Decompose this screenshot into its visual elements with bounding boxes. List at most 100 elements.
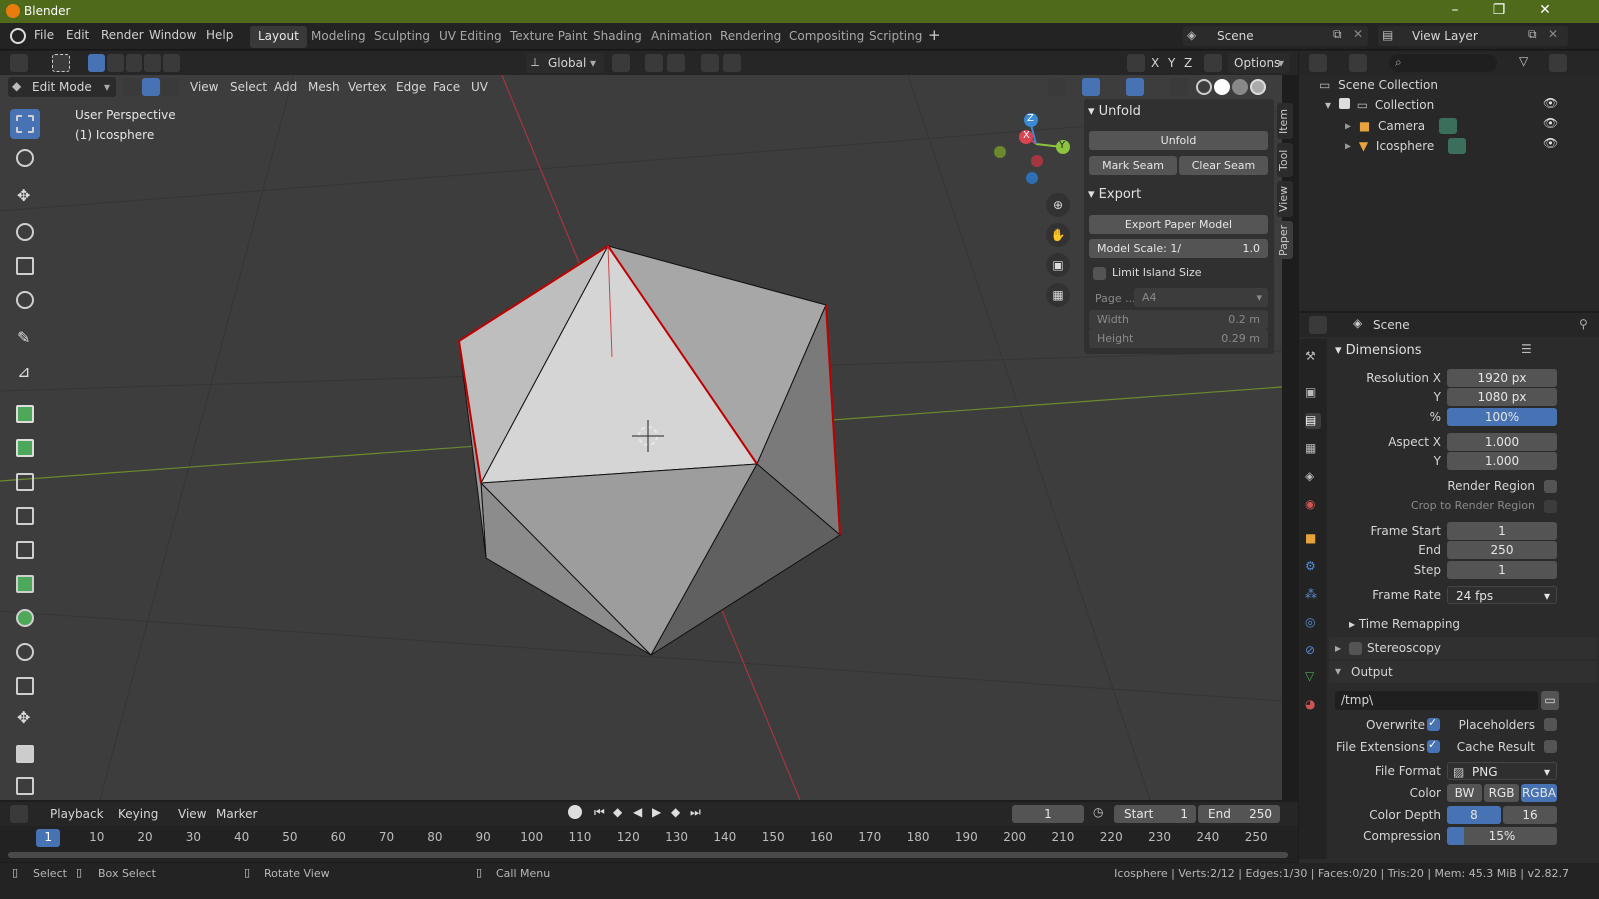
- menu-playback[interactable]: Playback: [50, 807, 104, 821]
- modifier-properties-icon[interactable]: ⚙: [1305, 559, 1321, 575]
- jump-end-icon[interactable]: ⏭: [690, 805, 701, 820]
- close-icon[interactable]: ✕: [1530, 2, 1560, 18]
- time-remapping-subpanel[interactable]: ▸ Time Remapping: [1349, 617, 1460, 631]
- record-icon[interactable]: [568, 805, 582, 819]
- tab-paper[interactable]: Paper: [1277, 221, 1293, 259]
- color-rgb-button[interactable]: RGB: [1484, 784, 1519, 802]
- stereoscopy-checkbox[interactable]: [1349, 642, 1362, 655]
- scene-properties-icon[interactable]: ◈: [1305, 469, 1321, 485]
- shear-tool[interactable]: [10, 739, 40, 769]
- tab-shading[interactable]: Shading: [585, 26, 650, 48]
- tab-view[interactable]: View: [1277, 181, 1293, 217]
- outliner-search-input[interactable]: ⌕: [1389, 54, 1497, 72]
- timeline[interactable]: 1 10 20 30 40 50 60 70 80 90 100 110 120 130 140 150 160…: [0, 826, 1298, 862]
- folder-icon[interactable]: ▭: [1541, 691, 1559, 710]
- editor-type-icon[interactable]: [1309, 54, 1327, 72]
- tab-rendering[interactable]: Rendering: [712, 26, 789, 48]
- color-depth-8-button[interactable]: 8: [1447, 806, 1501, 824]
- eye-icon[interactable]: 👁: [1543, 116, 1558, 130]
- menu-select[interactable]: Select: [230, 80, 267, 94]
- add-workspace-icon[interactable]: +: [928, 26, 941, 44]
- select-subtract-icon[interactable]: [125, 54, 143, 72]
- output-panel-header[interactable]: ▾ Output: [1329, 661, 1597, 683]
- tab-compositing[interactable]: Compositing: [781, 26, 872, 48]
- tab-texture-paint[interactable]: Texture Paint: [502, 26, 595, 48]
- view-layer-selector[interactable]: ▤ View Layer ⧉ ✕: [1378, 26, 1568, 46]
- frame-start-field[interactable]: 1: [1447, 522, 1557, 540]
- tab-item[interactable]: Item: [1277, 103, 1293, 139]
- menu-uv[interactable]: UV: [471, 80, 488, 94]
- render-region-checkbox[interactable]: [1544, 480, 1557, 493]
- ortho-toggle-icon[interactable]: ▦: [1046, 283, 1070, 307]
- output-properties-icon[interactable]: ▤: [1305, 413, 1321, 429]
- next-keyframe-icon[interactable]: ◆: [671, 805, 680, 819]
- page-width-field[interactable]: Width 0.2 m: [1089, 310, 1268, 329]
- eye-icon[interactable]: 👁: [1543, 96, 1558, 110]
- measure-tool[interactable]: ⊿: [10, 359, 40, 389]
- menu-face[interactable]: Face: [433, 80, 460, 94]
- jump-start-icon[interactable]: ⏮: [594, 805, 605, 820]
- face-select-icon[interactable]: [161, 78, 179, 96]
- auto-merge-icon[interactable]: [1204, 54, 1222, 72]
- frame-step-field[interactable]: 1: [1447, 561, 1557, 579]
- gizmo-y-label[interactable]: Y: [1059, 140, 1065, 151]
- crop-region-checkbox[interactable]: [1544, 500, 1557, 513]
- menu-view[interactable]: View: [190, 80, 218, 94]
- snap-target-icon[interactable]: [667, 54, 685, 72]
- visibility-icon[interactable]: [1048, 78, 1066, 96]
- constraints-properties-icon[interactable]: ⊘: [1305, 643, 1321, 659]
- rip-tool[interactable]: [10, 771, 40, 801]
- disclosure-triangle-icon[interactable]: ▾: [1325, 98, 1331, 112]
- file-format-dropdown[interactable]: ▨ PNG ▾: [1447, 762, 1557, 780]
- tab-tool[interactable]: Tool: [1277, 143, 1293, 177]
- select-invert-icon[interactable]: [144, 54, 162, 72]
- transform-tool[interactable]: [10, 285, 40, 315]
- overlay-toggle-icon[interactable]: [1126, 78, 1144, 96]
- spin-tool[interactable]: [10, 603, 40, 633]
- cursor-tool[interactable]: [10, 143, 40, 173]
- mark-seam-button[interactable]: Mark Seam: [1089, 156, 1177, 175]
- menu-file[interactable]: File: [34, 28, 54, 42]
- editor-type-icon[interactable]: [10, 54, 28, 72]
- gizmo-z-label[interactable]: Z: [1027, 113, 1034, 124]
- unfold-button[interactable]: Unfold: [1089, 131, 1268, 150]
- export-paper-model-button[interactable]: Export Paper Model: [1089, 215, 1268, 234]
- delete-view-layer-icon[interactable]: ✕: [1548, 27, 1558, 41]
- stereoscopy-panel-header[interactable]: ▸ Stereoscopy: [1329, 637, 1597, 659]
- outliner-row-icosphere[interactable]: ▸ ▼ Icosphere: [1345, 138, 1467, 154]
- eye-icon[interactable]: 👁: [1543, 136, 1558, 150]
- smooth-tool[interactable]: [10, 637, 40, 667]
- tab-uv-editing[interactable]: UV Editing: [431, 26, 510, 48]
- minimize-icon[interactable]: –: [1440, 2, 1470, 18]
- mirror-y-toggle[interactable]: Y: [1168, 56, 1175, 70]
- solid-shading-icon[interactable]: [1214, 79, 1230, 95]
- annotate-tool[interactable]: ✎: [10, 325, 40, 355]
- new-collection-icon[interactable]: [1549, 54, 1567, 72]
- proportional-edit-icon[interactable]: [701, 54, 719, 72]
- frame-end-field[interactable]: 250: [1447, 541, 1557, 559]
- wireframe-shading-icon[interactable]: [1196, 79, 1212, 95]
- outliner-row-collection[interactable]: ▾ ▭ Collection: [1325, 98, 1434, 112]
- bevel-tool[interactable]: [10, 467, 40, 497]
- scene-selector[interactable]: ◈ Scene ⧉ ✕: [1183, 26, 1368, 46]
- transform-orientation-dropdown[interactable]: ⟂ Global ▾: [526, 53, 604, 73]
- editor-type-icon[interactable]: [10, 805, 28, 823]
- mirror-icon[interactable]: [1127, 54, 1145, 72]
- knife-tool[interactable]: [10, 535, 40, 565]
- outliner-row-camera[interactable]: ▸ ■ Camera: [1345, 118, 1457, 134]
- model-scale-field[interactable]: Model Scale: 1/ 1.0: [1089, 239, 1268, 258]
- resolution-x-field[interactable]: 1920 px: [1447, 369, 1557, 387]
- select-tool-icon[interactable]: [52, 54, 70, 72]
- snap-toggle-icon[interactable]: [645, 54, 663, 72]
- rotate-tool[interactable]: [10, 217, 40, 247]
- render-properties-icon[interactable]: ▣: [1305, 385, 1321, 401]
- inset-tool[interactable]: [10, 433, 40, 463]
- shrink-fatten-tool[interactable]: ✥: [10, 705, 40, 735]
- options-dropdown[interactable]: Options ▾: [1228, 53, 1290, 73]
- menu-render[interactable]: Render: [101, 28, 144, 42]
- resolution-y-field[interactable]: 1080 px: [1447, 388, 1557, 406]
- new-view-layer-icon[interactable]: ⧉: [1528, 27, 1537, 42]
- menu-window[interactable]: Window: [149, 28, 196, 42]
- collection-include-checkbox[interactable]: [1338, 98, 1350, 109]
- rendered-shading-icon[interactable]: [1250, 79, 1266, 95]
